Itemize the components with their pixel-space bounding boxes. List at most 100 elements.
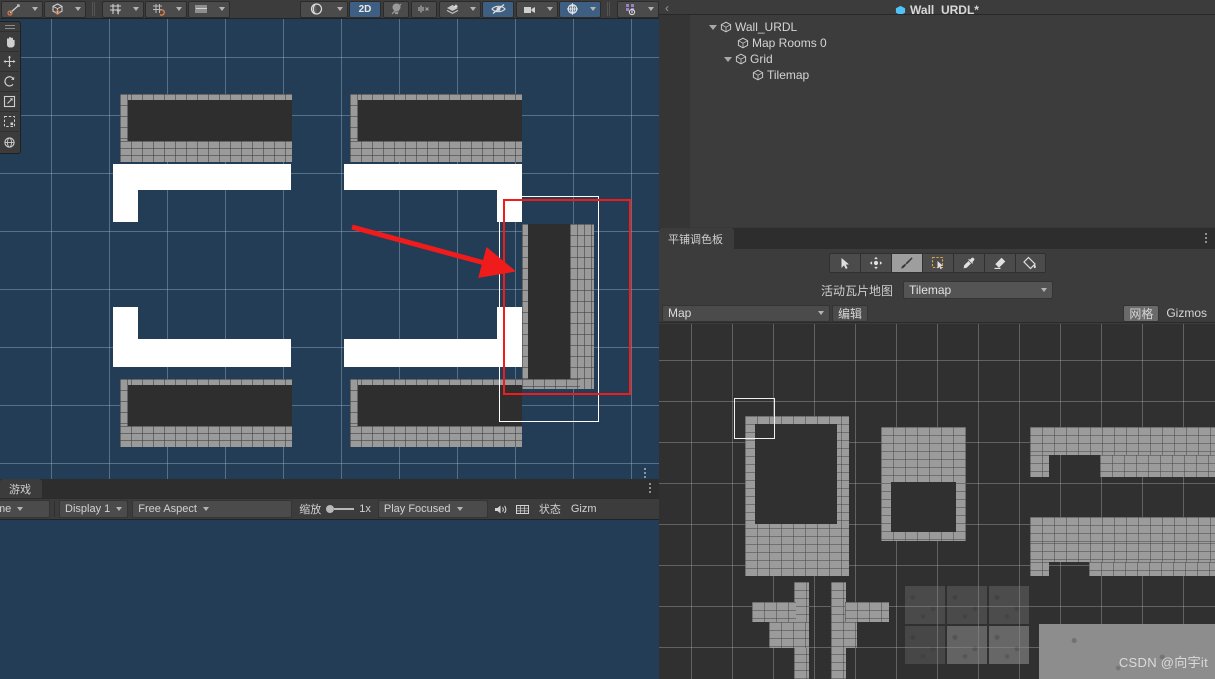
rotate-tool[interactable] <box>0 72 19 92</box>
effects-layers-icon[interactable] <box>439 0 465 18</box>
rect-tool[interactable] <box>0 112 19 132</box>
palette-brush-tool[interactable] <box>890 253 922 273</box>
space-dropdown-arrow[interactable] <box>70 0 86 18</box>
zoom-label: 缩放 <box>299 504 322 516</box>
palette-move-tool[interactable] <box>859 253 891 273</box>
move-tool[interactable] <box>0 52 19 72</box>
palette-tile-wall-strip[interactable] <box>1089 562 1215 576</box>
active-tilemap-dropdown[interactable]: Tilemap <box>903 281 1053 299</box>
grid-axis-dropdown-arrow[interactable] <box>128 0 144 18</box>
hierarchy-panel[interactable]: Wall_URDL Map Rooms 0 Grid Tilemap <box>659 14 1215 228</box>
tool-handle-space-button[interactable] <box>43 0 86 18</box>
fx-dropdown-arrow[interactable] <box>465 0 481 18</box>
grid-snap-axis-button[interactable]: Y <box>101 0 144 18</box>
tab-tile-palette[interactable]: 平铺调色板 <box>659 228 734 249</box>
increment-snap-button[interactable] <box>187 0 230 18</box>
tab-game[interactable]: 游戏 <box>0 479 42 498</box>
scene-lighting-toggle-button[interactable] <box>383 0 409 18</box>
camera-icon[interactable] <box>516 0 542 18</box>
hand-tool[interactable] <box>0 32 19 52</box>
back-chevron-icon[interactable]: ‹ <box>665 1 669 14</box>
palette-tile-rubble[interactable] <box>905 586 945 624</box>
palette-tile-wall-strip[interactable] <box>1030 517 1215 543</box>
play-mode-dropdown[interactable]: Play Focused <box>377 500 488 518</box>
palette-tile-rubble[interactable] <box>989 586 1029 624</box>
scene-shading-mode-button[interactable] <box>299 0 348 18</box>
palette-tile-rubble[interactable] <box>947 586 987 624</box>
pivot-rotate-icon[interactable] <box>1 0 27 18</box>
palette-fill-tool[interactable] <box>1014 253 1046 273</box>
display-selector-dropdown[interactable]: Display 1 <box>59 500 129 518</box>
palette-tile-floor[interactable] <box>1039 624 1215 679</box>
aspect-selector-dropdown[interactable]: Free Aspect <box>132 500 293 518</box>
scale-tool[interactable] <box>0 92 19 112</box>
grid-axis-y-icon[interactable]: Y <box>102 0 128 18</box>
scene-grid-visibility-button[interactable] <box>616 0 659 18</box>
scene-view-canvas[interactable] <box>0 19 659 479</box>
palette-tile-wall-t[interactable] <box>769 622 809 648</box>
palette-tile-wall-strip[interactable] <box>1030 455 1049 477</box>
game-overflow-menu[interactable] <box>649 483 651 493</box>
grid-snap-toggle-button[interactable] <box>144 0 187 18</box>
palette-eraser-tool[interactable] <box>983 253 1015 273</box>
gizmos-dropdown-arrow[interactable] <box>585 0 601 18</box>
palette-tile-wall-strip[interactable] <box>1030 562 1049 576</box>
game-view-render[interactable] <box>0 520 659 679</box>
palette-box-fill-tool[interactable] <box>921 253 953 273</box>
kebab-menu-icon[interactable] <box>1205 233 1207 243</box>
camera-dropdown-arrow[interactable] <box>542 0 558 18</box>
scene-overflow-menu[interactable] <box>639 467 651 479</box>
palette-tile-wall-t[interactable] <box>831 622 857 648</box>
palette-select-tool[interactable] <box>828 253 860 273</box>
zoom-slider[interactable] <box>326 505 355 513</box>
tool-handle-pivot-button[interactable] <box>0 0 43 18</box>
edit-palette-button[interactable]: 编辑 <box>832 304 869 322</box>
palette-picker-tool[interactable] <box>952 253 984 273</box>
gizmos-button[interactable]: Gizm <box>566 500 602 518</box>
scene-fx-toggle-button[interactable] <box>438 0 481 18</box>
chevron-down-icon <box>116 507 123 511</box>
palette-tile-wall-t[interactable] <box>845 602 889 622</box>
increment-snap-dropdown-arrow[interactable] <box>214 0 230 18</box>
palette-tile-wall-strip[interactable] <box>1030 427 1215 455</box>
scene-gizmos-toggle-button[interactable] <box>558 0 601 18</box>
shading-dropdown-arrow[interactable] <box>332 0 348 18</box>
grid-snap-dropdown-arrow[interactable] <box>171 0 187 18</box>
scene-camera-settings-button[interactable] <box>515 0 558 18</box>
zoom-slider-knob[interactable] <box>326 505 335 513</box>
palette-tile-rubble[interactable] <box>947 626 987 664</box>
global-local-cube-icon[interactable] <box>44 0 70 18</box>
expand-triangle-icon[interactable] <box>707 24 718 30</box>
palette-gizmos-button[interactable]: Gizmos <box>1161 305 1212 322</box>
hierarchy-item-map-rooms-0[interactable]: Map Rooms 0 <box>690 35 1215 51</box>
grid-magnet-icon[interactable] <box>145 0 171 18</box>
game-target-display-dropdown[interactable]: me <box>0 500 50 518</box>
scene-audio-toggle-button[interactable] <box>411 0 437 18</box>
hierarchy-item-tilemap[interactable]: Tilemap <box>690 67 1215 83</box>
hierarchy-item-grid[interactable]: Grid <box>690 51 1215 67</box>
grid-toggle-button[interactable]: 网格 <box>1123 304 1160 322</box>
scene-visibility-toggle-button[interactable] <box>482 0 514 18</box>
stats-button[interactable]: 状态 <box>534 500 566 518</box>
gizmo-globe-icon[interactable] <box>559 0 585 18</box>
palette-selector-dropdown[interactable]: Map <box>662 304 830 322</box>
transform-tool[interactable] <box>0 132 19 152</box>
shaded-sphere-icon[interactable] <box>300 0 332 18</box>
palette-tile-wall-t[interactable] <box>752 602 796 622</box>
game-grid-button[interactable] <box>512 500 534 518</box>
pivot-dropdown-arrow[interactable] <box>27 0 43 18</box>
mute-audio-button[interactable] <box>490 500 512 518</box>
palette-tile-rubble[interactable] <box>905 626 945 664</box>
increment-snap-icon[interactable] <box>188 0 214 18</box>
zoom-slider-track[interactable] <box>334 508 355 510</box>
expand-triangle-icon[interactable] <box>722 56 733 62</box>
hierarchy-item-wall-urdl[interactable]: Wall_URDL <box>690 19 1215 35</box>
grid-dots-icon[interactable] <box>617 0 643 18</box>
grid-visibility-dropdown-arrow[interactable] <box>643 0 659 18</box>
scene-2d-toggle-button[interactable]: 2D <box>349 0 381 18</box>
palette-tile-wall-strip[interactable] <box>1030 543 1215 562</box>
palette-tile-wall-strip[interactable] <box>1100 455 1215 477</box>
tools-drag-handle[interactable] <box>0 23 20 32</box>
palette-tile-rubble[interactable] <box>989 626 1029 664</box>
tile-palette-canvas[interactable] <box>659 324 1215 679</box>
